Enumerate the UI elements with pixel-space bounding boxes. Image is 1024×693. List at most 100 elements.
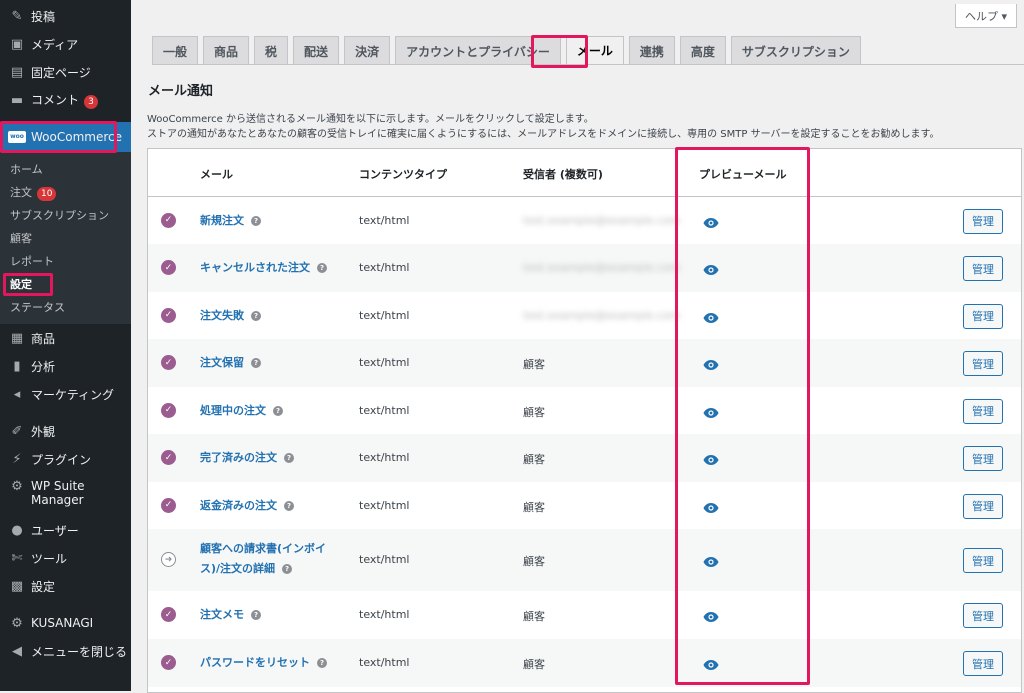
- preview-eye-icon[interactable]: [703, 404, 719, 418]
- email-name-text: 処理中の注文: [200, 403, 266, 417]
- tab-4[interactable]: 決済: [344, 36, 391, 65]
- help-tip-icon[interactable]: ?: [317, 658, 327, 668]
- column-header-email: メール: [200, 168, 233, 181]
- collapse-icon: ◀: [12, 643, 22, 659]
- tab-1[interactable]: 商品: [203, 36, 250, 65]
- sidebar-item-9[interactable]: ⚡ プラグイン: [0, 449, 131, 469]
- email-name-link[interactable]: 注文保留?: [200, 353, 261, 373]
- submenu-item-label: ステータス: [10, 301, 65, 314]
- sidebar-item-12[interactable]: ✄ ツール: [0, 548, 131, 568]
- sidebar-item-label: プラグイン: [31, 452, 92, 467]
- plugin-icon: ⚡: [12, 451, 22, 467]
- manage-button[interactable]: 管理: [963, 548, 1003, 573]
- email-name-link[interactable]: 注文失敗?: [200, 306, 261, 326]
- content-type-cell: text/html: [359, 356, 410, 369]
- help-tip-icon[interactable]: ?: [273, 405, 283, 416]
- help-tip-icon[interactable]: ?: [282, 564, 293, 574]
- email-name-text: 注文メモ: [200, 608, 244, 621]
- manage-button[interactable]: 管理: [963, 208, 1003, 234]
- manage-button[interactable]: 管理: [963, 398, 1003, 424]
- help-tip-icon[interactable]: ?: [251, 215, 261, 226]
- sidebar-item-11[interactable]: ● ユーザー: [0, 520, 131, 540]
- manage-button[interactable]: 管理: [963, 351, 1003, 376]
- sidebar-item-5[interactable]: ▦ 商品: [0, 328, 131, 348]
- sidebar-item-4[interactable]: woo WooCommerce: [0, 122, 131, 152]
- preview-eye-icon[interactable]: [703, 451, 719, 465]
- sidebar-item-1[interactable]: ▣ メディア: [0, 34, 131, 54]
- tab-7[interactable]: 連携: [628, 36, 675, 65]
- help-tip-icon[interactable]: ?: [251, 358, 261, 368]
- manage-button[interactable]: 管理: [963, 446, 1003, 471]
- email-name-link[interactable]: 完了済みの注文?: [200, 448, 294, 468]
- settings-icon: ▩: [10, 578, 24, 594]
- preview-eye-icon[interactable]: [703, 356, 719, 370]
- manage-button[interactable]: 管理: [963, 603, 1003, 628]
- help-tip-icon[interactable]: ?: [284, 453, 294, 463]
- submenu-item-2[interactable]: サブスクリプション: [10, 207, 109, 223]
- sidebar-item-7[interactable]: ◂ マーケティング: [0, 384, 131, 404]
- manage-button[interactable]: 管理: [963, 303, 1003, 329]
- sidebar-item-label: 分析: [31, 359, 56, 374]
- sidebar-item-3[interactable]: ▬ コメント 3: [0, 90, 131, 110]
- sidebar-item-15[interactable]: ◀ メニューを閉じる: [0, 641, 131, 661]
- email-name-link[interactable]: 顧客への請求書(インボイ ス)/注文の詳細?: [200, 539, 326, 579]
- tab-9[interactable]: サブスクリプション: [730, 36, 861, 65]
- email-name-link[interactable]: 処理中の注文?: [200, 401, 283, 421]
- email-name-link[interactable]: 注文メモ?: [200, 605, 261, 625]
- email-name-link[interactable]: 新規注文?: [200, 211, 261, 231]
- sidebar-item-6[interactable]: ▮ 分析: [0, 356, 131, 376]
- submenu-item-4[interactable]: レポート: [10, 253, 54, 269]
- manage-button[interactable]: 管理: [963, 493, 1003, 519]
- help-tip-icon[interactable]: ?: [251, 610, 261, 620]
- tab-3[interactable]: 配送: [293, 36, 340, 65]
- sidebar-item-2[interactable]: ▤ 固定ページ: [0, 62, 131, 82]
- help-tab[interactable]: ヘルプ ▾: [955, 4, 1017, 28]
- tab-6[interactable]: メール: [565, 36, 624, 65]
- table-row: ✓ 注文メモ? text/html 顧客 管理: [148, 591, 1021, 639]
- sidebar-item-0[interactable]: ✎ 投稿: [0, 6, 131, 26]
- preview-eye-icon[interactable]: [703, 261, 719, 275]
- preview-eye-icon[interactable]: [703, 608, 719, 622]
- preview-eye-icon[interactable]: [703, 553, 719, 567]
- submenu-item-5[interactable]: 設定: [10, 276, 32, 292]
- tab-8[interactable]: 高度: [679, 36, 726, 65]
- tab-5[interactable]: アカウントとプライバシー: [395, 36, 561, 65]
- sidebar-item-8[interactable]: ✐ 外観: [0, 421, 131, 441]
- enabled-check-icon: ✓: [161, 607, 176, 622]
- email-name-link[interactable]: 返金済みの注文?: [200, 496, 294, 516]
- manage-button[interactable]: 管理: [963, 256, 1003, 281]
- submenu-item-1[interactable]: 注文 10: [10, 184, 57, 201]
- section-description-2: ストアの通知があなたとあなたの顧客の受信トレイに確実に届くようにするには、メール…: [147, 129, 940, 140]
- email-name-link[interactable]: キャンセルされた注文?: [200, 258, 327, 278]
- enabled-check-icon: ✓: [161, 497, 176, 513]
- tab-0[interactable]: 一般: [152, 36, 199, 65]
- submenu-item-label: 注文: [10, 186, 32, 199]
- tab-2[interactable]: 税: [254, 36, 289, 65]
- content-type-cell: text/html: [359, 608, 410, 621]
- preview-eye-icon[interactable]: [703, 656, 719, 670]
- preview-eye-icon[interactable]: [703, 309, 719, 323]
- preview-eye-icon[interactable]: [703, 214, 719, 228]
- submenu-item-0[interactable]: ホーム: [10, 161, 43, 177]
- submenu-item-label: 設定: [10, 278, 32, 291]
- sidebar-item-label: マーケティング: [31, 387, 115, 402]
- submenu-item-3[interactable]: 顧客: [10, 230, 32, 246]
- sidebar-item-13[interactable]: ▩ 設定: [0, 576, 131, 596]
- email-name-link[interactable]: パスワードをリセット?: [200, 653, 327, 673]
- submenu-item-6[interactable]: ステータス: [10, 299, 65, 315]
- submenu-item-label: 顧客: [10, 232, 32, 245]
- comment-count-badge: 3: [84, 95, 99, 109]
- table-row: ✓ 新規注文? text/html test.example@example.com 管…: [148, 197, 1021, 244]
- sidebar-item-label-line2: Manager: [31, 493, 84, 507]
- sidebar-item-label: WooCommerce: [31, 130, 122, 144]
- preview-eye-icon[interactable]: [703, 499, 719, 513]
- content-type-cell: text/html: [359, 261, 410, 274]
- help-tip-icon[interactable]: ?: [317, 263, 327, 273]
- help-tip-icon[interactable]: ?: [284, 500, 294, 511]
- help-tip-icon[interactable]: ?: [251, 310, 261, 321]
- sidebar-item-10[interactable]: ⚙ WP Suite Manager: [0, 479, 131, 513]
- products-icon: ▦: [10, 330, 24, 346]
- main-content: ヘルプ ▾ 一般 商品税配送 決済 アカウントとプライバシー メール 連携 高度 サブスクリプ…: [131, 0, 1024, 693]
- manage-button[interactable]: 管理: [963, 651, 1003, 676]
- sidebar-item-14[interactable]: ⚙ KUSANAGI: [0, 613, 131, 633]
